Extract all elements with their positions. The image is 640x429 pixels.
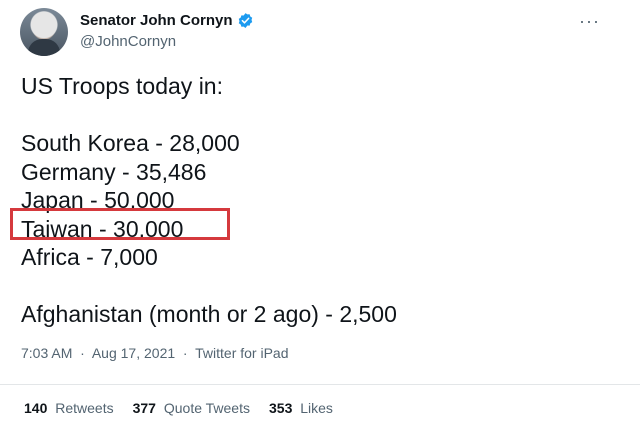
quote-tweets-count: 377	[132, 400, 156, 416]
taiwan-highlight-box	[10, 208, 230, 240]
retweets-count: 140	[24, 400, 48, 416]
retweets-stat[interactable]: 140 Retweets	[24, 400, 114, 416]
tweet-header: Senator John Cornyn @JohnCornyn ···	[20, 8, 620, 56]
troops-line-afghanistan: Afghanistan (month or 2 ago) - 2,500	[21, 301, 397, 327]
quote-tweets-label: Quote Tweets	[163, 400, 250, 416]
troops-line-germany: Germany - 35,486	[21, 158, 207, 185]
meta-separator: ·	[76, 345, 89, 361]
retweets-label: Retweets	[55, 400, 114, 416]
avatar[interactable]	[20, 8, 68, 56]
more-options-icon[interactable]: ···	[579, 12, 600, 30]
verified-badge-icon	[238, 13, 252, 28]
tweet-text: US Troops today in: South Korea - 28,000…	[21, 72, 397, 329]
author-handle[interactable]: @JohnCornyn	[80, 32, 254, 51]
avatar-figure	[28, 39, 60, 56]
author-display-name[interactable]: Senator John Cornyn	[80, 11, 233, 30]
tweet-metadata: 7:03 AM · Aug 17, 2021 · Twitter for iPa…	[21, 345, 289, 361]
divider	[0, 384, 640, 385]
tweet-intro: US Troops today in:	[21, 73, 223, 99]
tweet-time[interactable]: 7:03 AM	[21, 345, 72, 361]
quote-tweets-stat[interactable]: 377 Quote Tweets	[133, 400, 250, 416]
tweet-stats: 140 Retweets 377 Quote Tweets 353 Likes	[24, 400, 333, 416]
likes-stat[interactable]: 353 Likes	[269, 400, 333, 416]
troops-line-south-korea: South Korea - 28,000	[21, 130, 240, 156]
tweet-card: Senator John Cornyn @JohnCornyn ··· US T…	[0, 0, 640, 429]
author-info: Senator John Cornyn @JohnCornyn	[80, 11, 254, 51]
tweet-source[interactable]: Twitter for iPad	[195, 345, 288, 361]
tweet-date[interactable]: Aug 17, 2021	[92, 345, 175, 361]
troops-line-africa: Africa - 7,000	[21, 244, 158, 270]
likes-count: 353	[269, 400, 293, 416]
meta-separator: ·	[179, 345, 192, 361]
author-name-row[interactable]: Senator John Cornyn	[80, 11, 254, 30]
likes-label: Likes	[300, 400, 333, 416]
